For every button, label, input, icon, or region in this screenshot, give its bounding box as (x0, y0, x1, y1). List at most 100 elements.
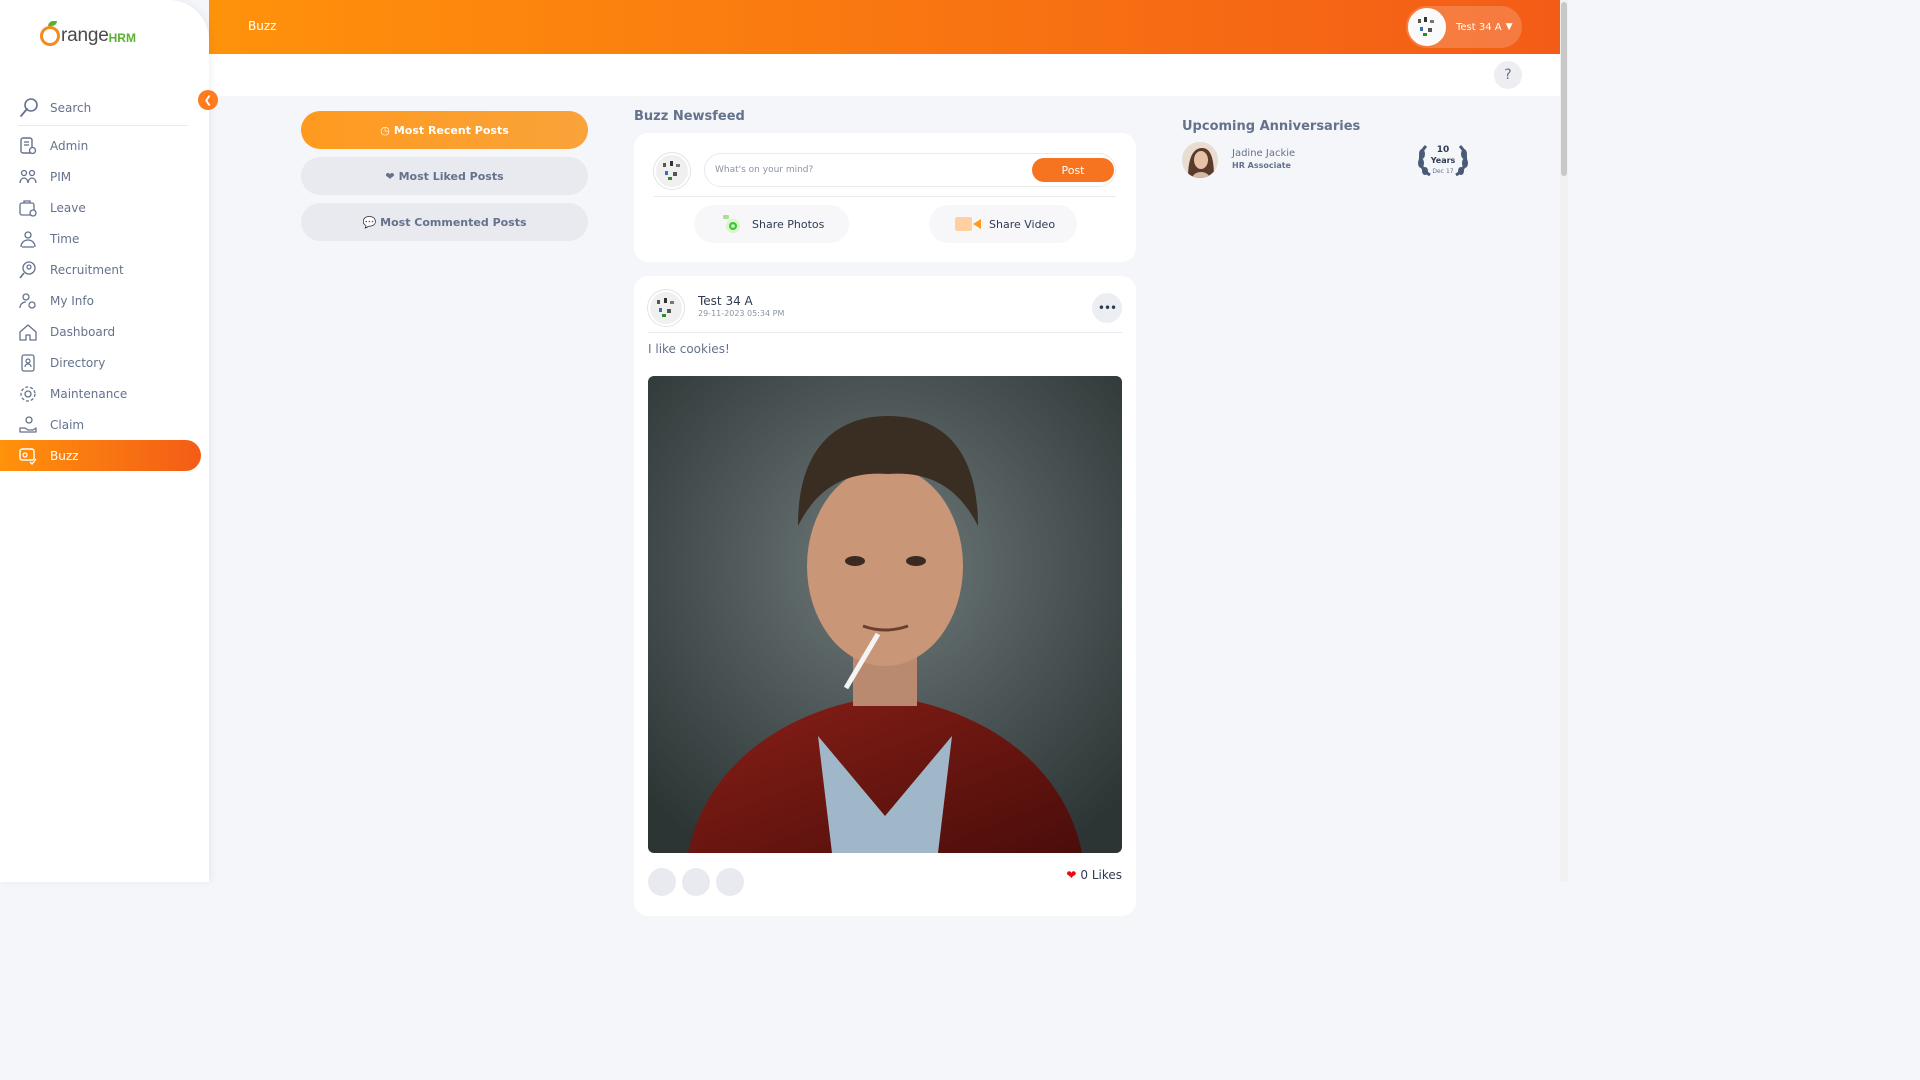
sidebar-item-maintenance[interactable]: Maintenance (0, 378, 209, 409)
post-text: I like cookies! (648, 342, 730, 356)
leave-icon (19, 199, 37, 217)
comment-button[interactable] (682, 868, 710, 896)
sidebar: range HRM Search Admin PIM Leave Time Re… (0, 0, 209, 882)
sidebar-item-label: Directory (50, 355, 106, 370)
top-bar: Buzz Test 34 A ▼ (209, 0, 1560, 54)
employee-role: HR Associate (1232, 161, 1291, 170)
anniversaries-title: Upcoming Anniversaries (1182, 119, 1361, 134)
help-button[interactable]: ? (1494, 61, 1522, 89)
years-label: Years (1430, 156, 1456, 165)
buzz-icon (19, 447, 37, 465)
sidebar-item-buzz[interactable]: Buzz (0, 440, 201, 471)
admin-icon (20, 136, 37, 154)
filter-most-liked-posts[interactable]: ❤ Most Liked Posts (301, 157, 588, 195)
page-title: Buzz (248, 19, 277, 33)
years-badge: 10 Years Dec 17 (1416, 142, 1470, 178)
share-video-button[interactable]: Share Video (929, 205, 1077, 243)
sidebar-item-directory[interactable]: Directory (0, 347, 209, 378)
page-scrollbar[interactable] (1560, 0, 1568, 882)
orangehrm-logo[interactable]: range HRM (40, 21, 136, 47)
post-timestamp: 29-11-2023 05:34 PM (698, 309, 785, 318)
recruitment-icon (19, 260, 36, 278)
share-video-label: Share Video (989, 217, 1056, 231)
filter-label: Most Liked Posts (398, 169, 504, 183)
employee-photo (1182, 142, 1218, 178)
sidebar-item-time[interactable]: Time (0, 223, 209, 254)
dashboard-icon (19, 323, 37, 341)
orange-logo-icon (40, 21, 60, 46)
clock-icon: ◷ (380, 123, 390, 137)
sidebar-item-label: PIM (50, 169, 72, 184)
post-filters: ◷ Most Recent Posts ❤ Most Liked Posts 💬… (301, 111, 588, 249)
video-camera-icon (955, 217, 981, 231)
avatar-image-icon (1410, 10, 1444, 44)
sidebar-item-my-info[interactable]: My Info (0, 285, 209, 316)
time-icon (20, 230, 36, 248)
anniversary-item: Jadine Jackie HR Associate 10 Years Dec … (1182, 142, 1472, 182)
likes-count[interactable]: ❤ 0 Likes (1066, 868, 1122, 882)
sidebar-item-claim[interactable]: Claim (0, 409, 209, 440)
scrollbar-thumb[interactable] (1561, 2, 1567, 176)
newsfeed-title: Buzz Newsfeed (634, 109, 745, 124)
avatar-image-icon (657, 298, 674, 317)
sidebar-item-label: Time (50, 231, 80, 246)
sidebar-collapse-button[interactable]: ❮ (198, 90, 218, 110)
comment-icon: 💬 (362, 215, 377, 229)
buzz-post: Test 34 A 29-11-2023 05:34 PM ••• I like… (634, 276, 1136, 916)
filter-label: Most Recent Posts (393, 123, 509, 137)
like-button[interactable] (648, 868, 676, 896)
sidebar-search[interactable]: Search (18, 90, 188, 126)
post-author-avatar[interactable] (648, 290, 684, 326)
post-actions (648, 868, 744, 896)
share-photos-label: Share Photos (752, 217, 825, 231)
sidebar-item-recruitment[interactable]: Recruitment (0, 254, 209, 285)
sidebar-item-label: Maintenance (50, 386, 128, 401)
employee-name: Jadine Jackie (1232, 148, 1296, 159)
user-avatar (1408, 8, 1446, 46)
brand-suffix: HRM (108, 31, 136, 45)
more-horizontal-icon: ••• (1097, 301, 1117, 315)
claim-icon (19, 415, 37, 433)
years-number: 10 (1436, 145, 1450, 155)
sidebar-item-label: Claim (50, 417, 85, 432)
composer-divider (654, 196, 1116, 197)
sidebar-item-admin[interactable]: Admin (0, 130, 209, 161)
user-dropdown[interactable]: Test 34 A ▼ (1406, 6, 1522, 48)
directory-icon (21, 353, 35, 372)
post-more-button[interactable]: ••• (1092, 293, 1122, 323)
sidebar-item-label: Buzz (50, 448, 79, 463)
sub-bar: ? (209, 54, 1560, 96)
employee-photo-image (1182, 142, 1218, 178)
sidebar-item-label: Leave (50, 200, 86, 215)
filter-label: Most Commented Posts (380, 215, 527, 229)
heart-icon: ❤ (385, 169, 395, 183)
camera-icon (723, 215, 740, 233)
filter-most-recent-posts[interactable]: ◷ Most Recent Posts (301, 111, 588, 149)
portrait-photo-image (648, 376, 1122, 853)
my-info-icon (19, 292, 36, 309)
likes-label: 0 Likes (1080, 868, 1122, 882)
share-photos-button[interactable]: Share Photos (694, 205, 849, 243)
sidebar-item-leave[interactable]: Leave (0, 192, 209, 223)
sidebar-item-label: Admin (50, 138, 89, 153)
sidebar-item-pim[interactable]: PIM (0, 161, 209, 192)
filter-most-commented-posts[interactable]: 💬 Most Commented Posts (301, 203, 588, 241)
heart-icon: ❤ (1066, 868, 1077, 882)
main-menu: Admin PIM Leave Time Recruitment My Info… (0, 130, 209, 471)
pim-icon (19, 169, 37, 183)
sidebar-item-label: Recruitment (50, 262, 124, 277)
post-composer: What's on your mind? Post Share Photos S… (634, 133, 1136, 262)
share-button[interactable] (716, 868, 744, 896)
sidebar-item-label: My Info (50, 293, 94, 308)
post-divider (648, 332, 1122, 333)
search-placeholder: Search (50, 100, 92, 115)
post-photo[interactable] (648, 376, 1122, 853)
sidebar-item-dashboard[interactable]: Dashboard (0, 316, 209, 347)
sidebar-item-label: Dashboard (50, 324, 116, 339)
post-button[interactable]: Post (1032, 158, 1114, 182)
anniversary-date: Dec 17 (1432, 168, 1454, 175)
search-icon (20, 97, 38, 117)
post-author-name: Test 34 A (698, 294, 753, 308)
chevron-left-icon: ❮ (203, 94, 213, 106)
avatar-image-icon (663, 161, 680, 180)
